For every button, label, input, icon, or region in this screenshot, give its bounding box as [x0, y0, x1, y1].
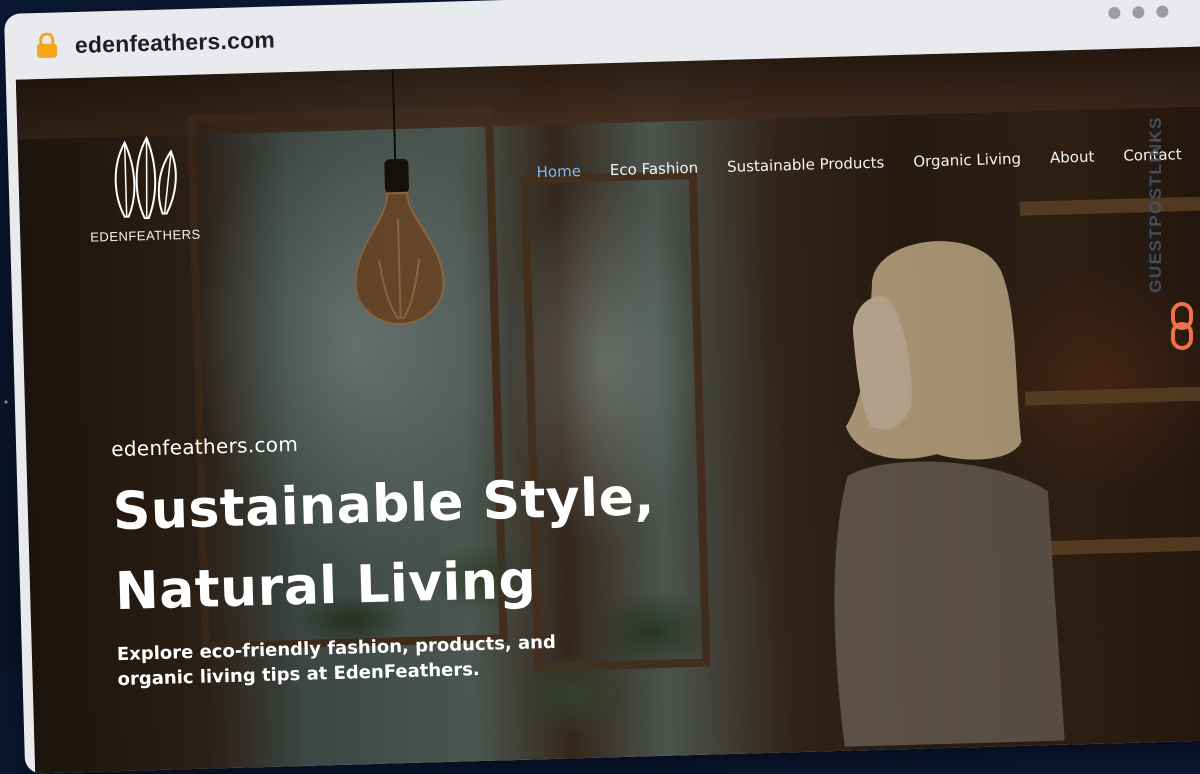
chain-link-icon: [1170, 302, 1194, 350]
watermark-text: GUESTPOSTLINKS: [1146, 116, 1166, 293]
nav-item-eco-fashion[interactable]: Eco Fashion: [610, 159, 699, 179]
nav-item-home[interactable]: Home: [536, 162, 581, 181]
window-controls: [1108, 5, 1168, 19]
window-dot-icon[interactable]: [1108, 7, 1120, 19]
lock-icon: [35, 32, 60, 59]
logo-wordmark: EDENFEATHERS: [90, 227, 200, 245]
nav-item-about[interactable]: About: [1050, 148, 1095, 167]
window-dot-icon[interactable]: [1156, 5, 1168, 17]
browser-window: edenfeathers.com: [4, 0, 1200, 774]
nav-item-organic-living[interactable]: Organic Living: [913, 150, 1021, 171]
window-dot-icon[interactable]: [1132, 6, 1144, 18]
url-text[interactable]: edenfeathers.com: [75, 26, 276, 59]
page-viewport: EDENFEATHERS Home Eco Fashion Sustainabl…: [16, 46, 1200, 774]
site-logo[interactable]: EDENFEATHERS: [87, 135, 200, 245]
feather-logo-icon: [102, 135, 184, 221]
hero-title: Sustainable Style, Natural Living: [112, 454, 756, 632]
